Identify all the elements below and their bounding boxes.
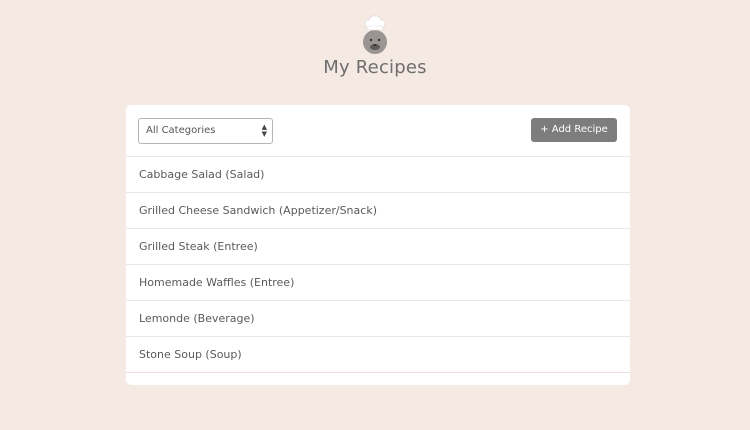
select-arrows-icon: ▲ ▼: [261, 123, 267, 138]
recipe-item[interactable]: Cabbage Salad (Salad): [126, 157, 630, 193]
recipe-item[interactable]: Grilled Steak (Entree): [126, 229, 630, 265]
recipe-item[interactable]: Lemonde (Beverage): [126, 301, 630, 337]
recipe-item[interactable]: Homemade Waffles (Entree): [126, 265, 630, 301]
recipe-card: All Categories ▲ ▼ + Add Recipe Cabbage S…: [126, 105, 630, 385]
toolbar: All Categories ▲ ▼ + Add Recipe: [126, 105, 630, 157]
add-recipe-button[interactable]: + Add Recipe: [531, 118, 617, 142]
page-title: My Recipes: [323, 57, 427, 78]
category-select[interactable]: All Categories ▲ ▼: [138, 118, 273, 144]
recipe-item[interactable]: Grilled Cheese Sandwich (Appetizer/Snack…: [126, 193, 630, 229]
recipe-item[interactable]: Stone Soup (Soup): [126, 337, 630, 373]
page-header: My Recipes: [0, 12, 750, 78]
category-select-value: All Categories: [146, 125, 216, 136]
chef-face-icon: [363, 15, 387, 54]
